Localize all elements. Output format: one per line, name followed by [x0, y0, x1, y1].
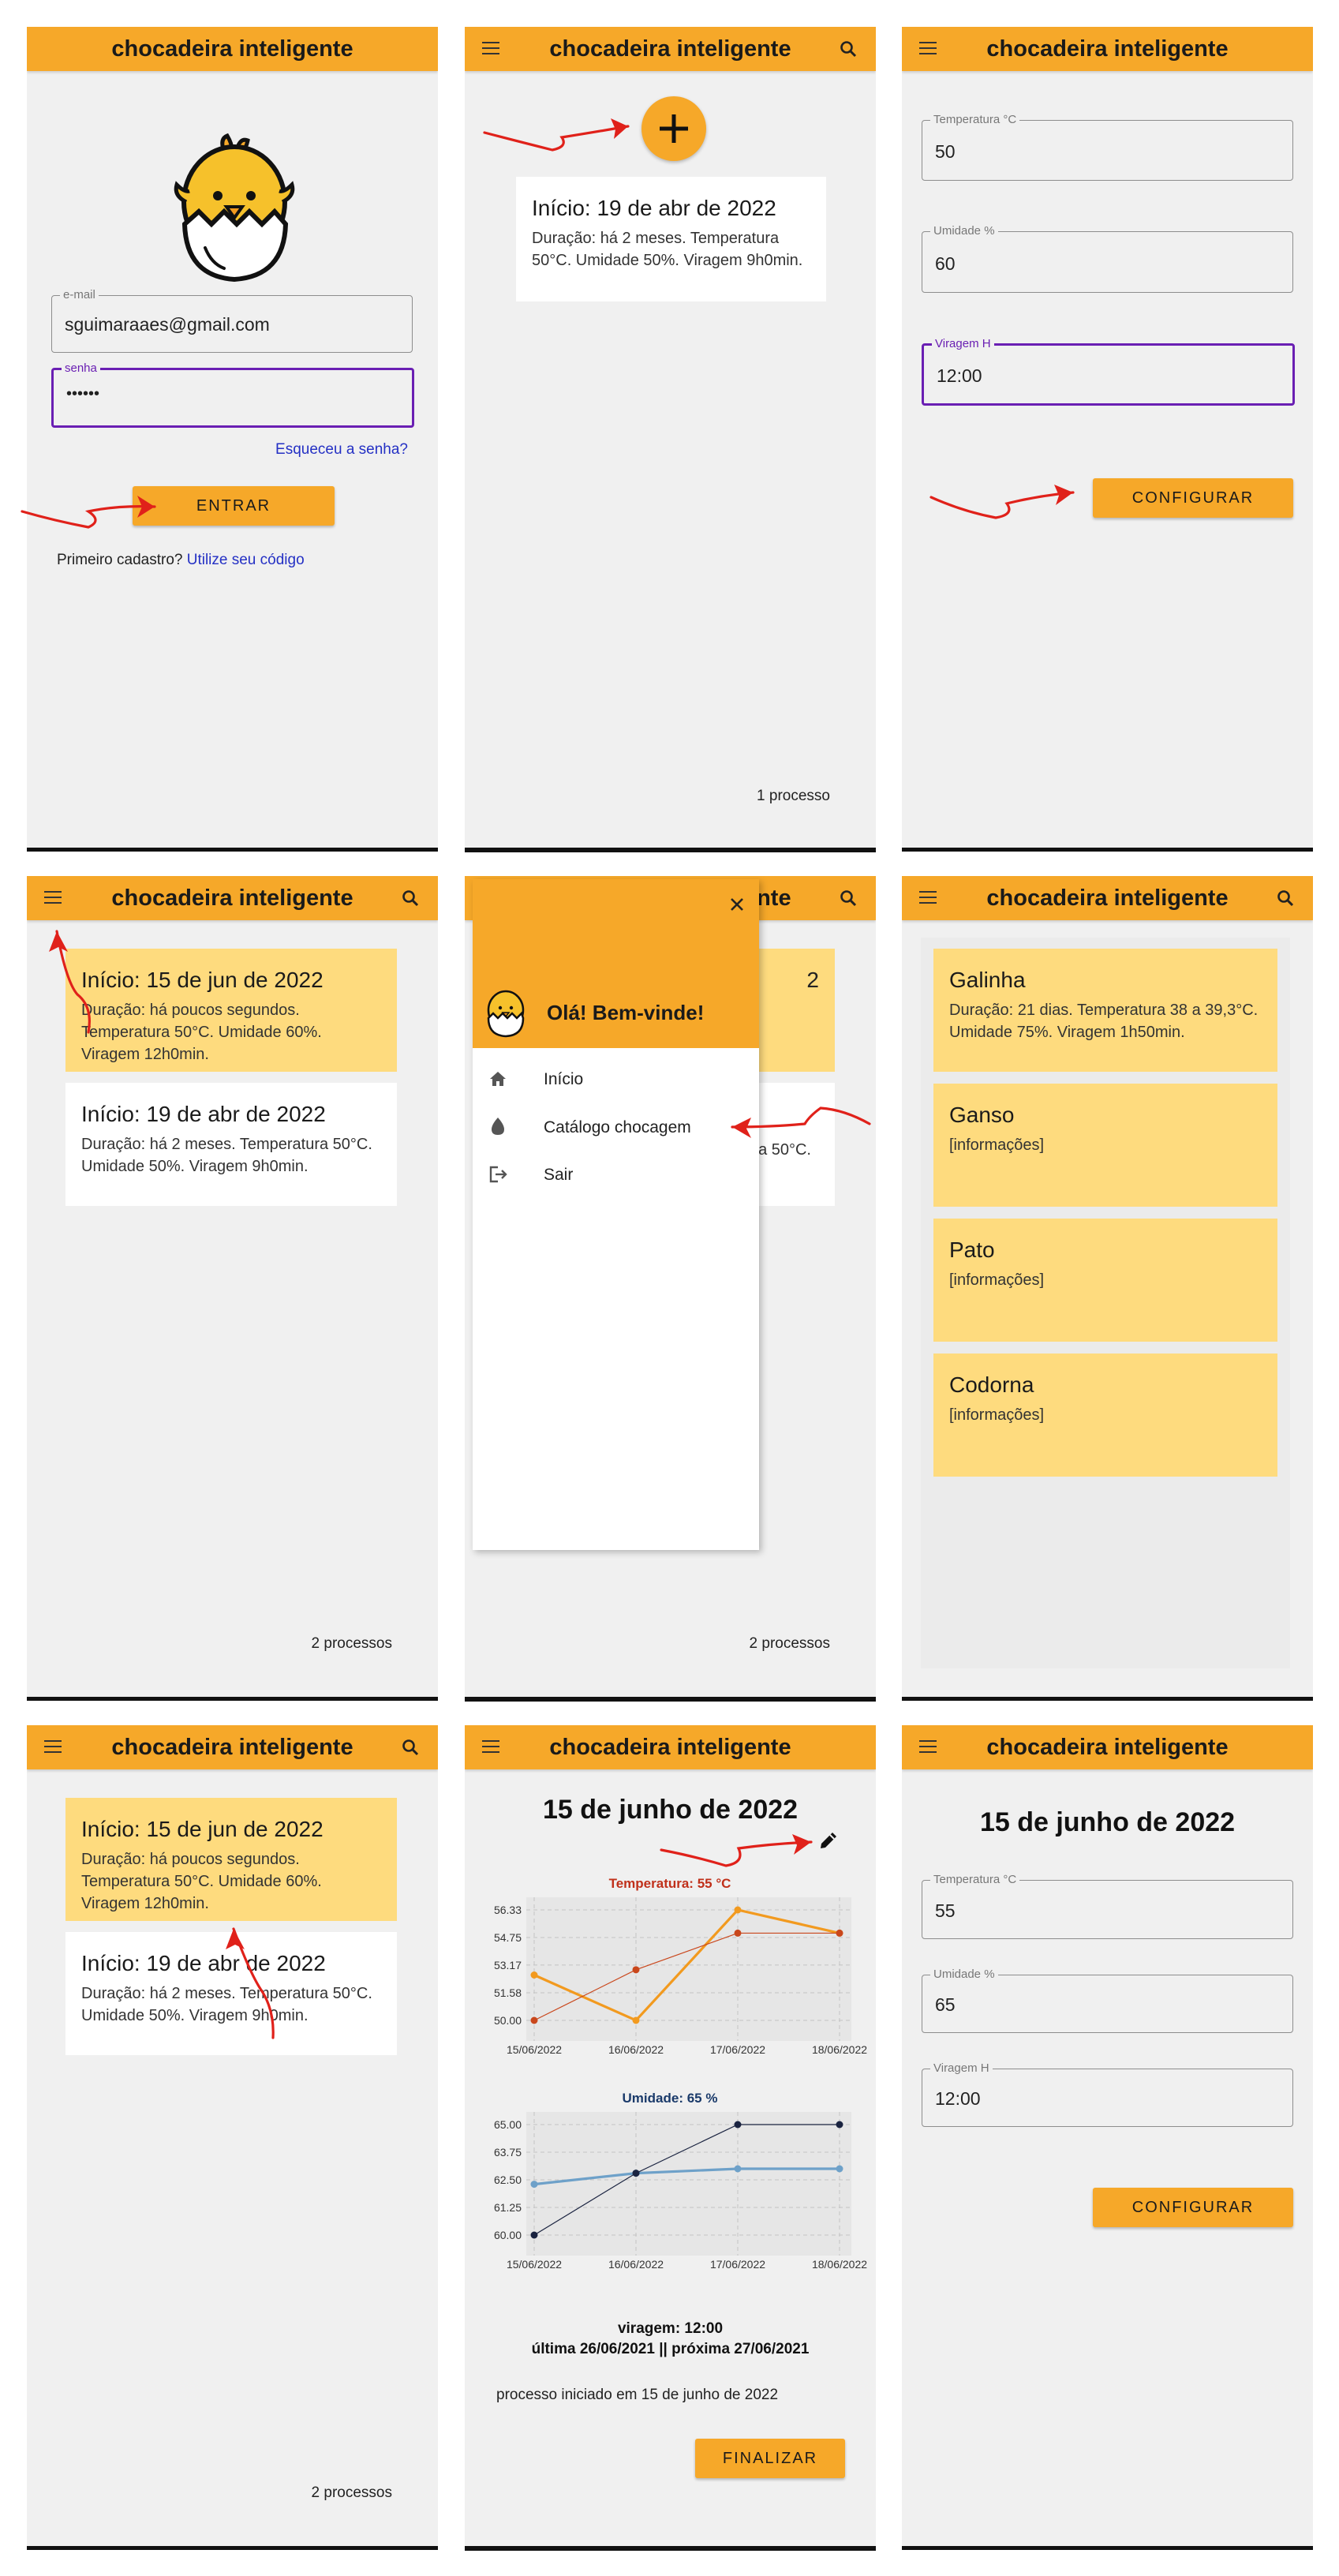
annotation-arrow [21, 118, 1075, 2039]
